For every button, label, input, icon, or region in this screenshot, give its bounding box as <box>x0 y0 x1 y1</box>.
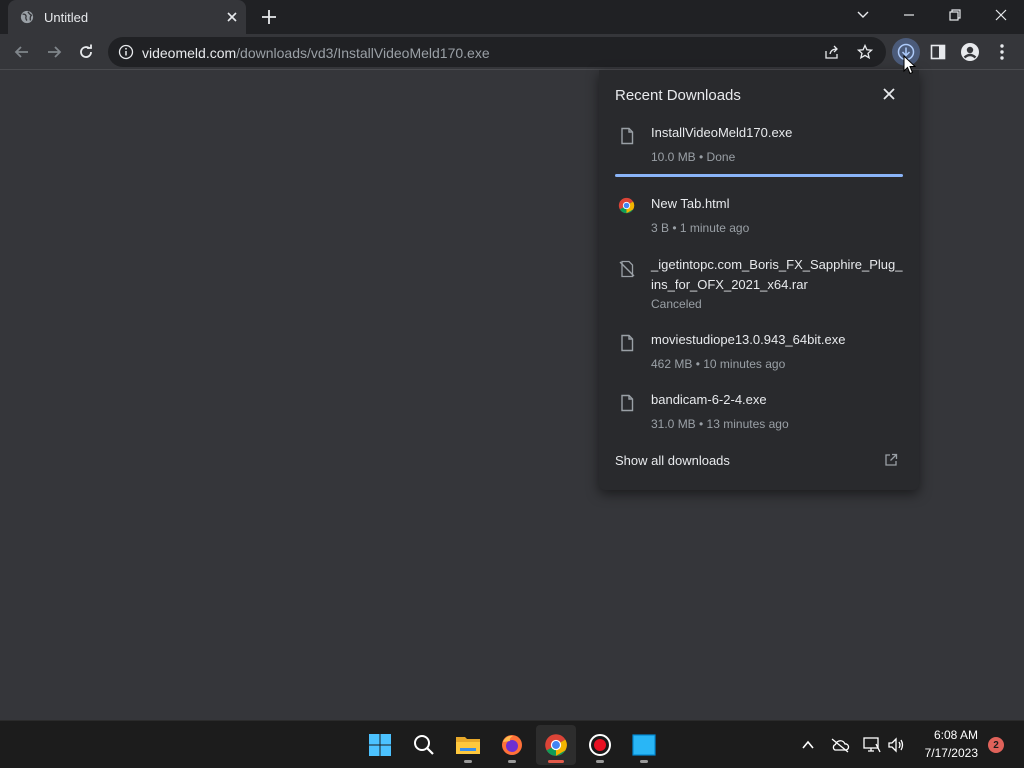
new-tab-button[interactable] <box>260 8 278 26</box>
tab-untitled[interactable]: Untitled <box>8 0 246 34</box>
chevron-up-icon <box>802 740 814 749</box>
info-icon[interactable] <box>118 44 134 60</box>
profile-button[interactable] <box>960 42 980 62</box>
more-vertical-icon <box>1000 44 1004 60</box>
profile-icon <box>961 43 979 61</box>
file-icon <box>621 127 634 145</box>
running-indicator <box>596 760 604 763</box>
tab-strip: Untitled <box>0 0 1024 34</box>
download-name: bandicam-6-2-4.exe <box>651 392 767 407</box>
url-path: /downloads/vd3/InstallVideoMeld170.exe <box>236 45 490 61</box>
forward-button[interactable] <box>44 42 64 62</box>
file-icon <box>621 394 634 412</box>
running-indicator <box>508 760 516 763</box>
url-text: videomeld.com/downloads/vd3/InstallVideo… <box>142 45 490 61</box>
download-item[interactable]: InstallVideoMeld170.exe 10.0 MB • Done <box>599 120 919 180</box>
restore-button[interactable] <box>932 0 978 30</box>
download-item[interactable]: bandicam-6-2-4.exe 31.0 MB • 13 minutes … <box>599 387 919 447</box>
taskbar-chrome[interactable] <box>536 725 576 765</box>
close-icon <box>995 9 1007 21</box>
download-name: New Tab.html <box>651 196 730 211</box>
firefox-icon <box>502 735 522 755</box>
taskbar-window-app[interactable] <box>624 725 664 765</box>
file-icon <box>621 334 634 352</box>
taskbar-recorder[interactable] <box>580 725 620 765</box>
url-host: videomeld.com <box>142 45 237 61</box>
file-canceled-icon <box>619 260 635 278</box>
file-explorer-icon <box>456 737 480 754</box>
chrome-icon <box>545 734 567 756</box>
address-bar[interactable]: videomeld.com/downloads/vd3/InstallVideo… <box>108 37 886 67</box>
window-app-icon <box>632 734 656 756</box>
menu-button[interactable] <box>992 42 1012 62</box>
side-panel-button[interactable] <box>928 42 948 62</box>
volume-icon <box>888 737 904 753</box>
downloads-title: Recent Downloads <box>615 87 741 104</box>
download-status: Canceled <box>651 297 702 311</box>
network-tray-button[interactable] <box>862 735 882 755</box>
share-icon[interactable] <box>824 44 840 60</box>
restore-icon <box>949 9 961 21</box>
download-status: 3 B • 1 minute ago <box>651 221 750 235</box>
taskbar-file-explorer[interactable] <box>448 725 488 765</box>
clock-date: 7/17/2023 <box>924 746 978 760</box>
chrome-icon <box>618 197 635 214</box>
tab-title: Untitled <box>44 10 89 25</box>
start-button[interactable] <box>360 725 400 765</box>
cloud-off-icon <box>831 738 850 753</box>
notification-badge[interactable]: 2 <box>988 737 1004 753</box>
taskbar-search-button[interactable] <box>404 725 444 765</box>
minimize-icon <box>904 14 914 16</box>
download-status: 462 MB • 10 minutes ago <box>651 357 786 371</box>
downloads-bubble: Recent Downloads InstallVideoMeld170.exe… <box>599 70 919 490</box>
arrow-right-icon <box>48 46 62 58</box>
start-icon <box>369 734 391 756</box>
taskbar-firefox[interactable] <box>492 725 532 765</box>
show-hidden-icons-button[interactable] <box>798 735 818 755</box>
minimize-button[interactable] <box>886 0 932 30</box>
download-status: 31.0 MB • 13 minutes ago <box>651 417 789 431</box>
taskbar: 6:08 AM 7/17/2023 2 <box>0 720 1024 768</box>
search-icon <box>414 735 434 755</box>
side-panel-icon <box>930 44 946 60</box>
download-item[interactable]: New Tab.html 3 B • 1 minute ago <box>599 191 919 251</box>
chevron-down-icon <box>857 11 869 18</box>
running-indicator <box>640 760 648 763</box>
close-window-button[interactable] <box>978 0 1024 30</box>
back-button[interactable] <box>12 42 32 62</box>
reload-icon <box>80 44 92 58</box>
download-name: _igetintopc.com_Boris_FX_Sapphire_Plug_i… <box>651 257 903 292</box>
download-item[interactable]: moviestudiope13.0.943_64bit.exe 462 MB •… <box>599 327 919 387</box>
active-indicator <box>548 760 564 763</box>
download-item[interactable]: _igetintopc.com_Boris_FX_Sapphire_Plug_i… <box>599 254 919 314</box>
clock-time: 6:08 AM <box>933 728 978 742</box>
arrow-left-icon <box>14 46 28 58</box>
tab-search-button[interactable] <box>840 0 886 30</box>
download-progress-bar <box>615 174 903 177</box>
onedrive-tray-button[interactable] <box>830 735 850 755</box>
download-name: moviestudiope13.0.943_64bit.exe <box>651 332 846 347</box>
download-name: InstallVideoMeld170.exe <box>651 125 793 140</box>
volume-tray-button[interactable] <box>886 735 906 755</box>
browser-toolbar: videomeld.com/downloads/vd3/InstallVideo… <box>0 34 1024 70</box>
reload-button[interactable] <box>76 42 96 62</box>
recorder-icon <box>589 734 611 756</box>
globe-icon <box>20 10 34 24</box>
running-indicator <box>464 760 472 763</box>
show-all-downloads-link[interactable]: Show all downloads <box>615 453 730 468</box>
bookmark-star-icon[interactable] <box>857 44 873 60</box>
network-icon <box>863 737 881 753</box>
close-icon[interactable] <box>881 86 897 102</box>
mouse-cursor <box>903 55 917 75</box>
close-tab-icon[interactable] <box>224 9 240 25</box>
download-status: 10.0 MB • Done <box>651 150 736 164</box>
open-external-icon[interactable] <box>884 453 898 467</box>
